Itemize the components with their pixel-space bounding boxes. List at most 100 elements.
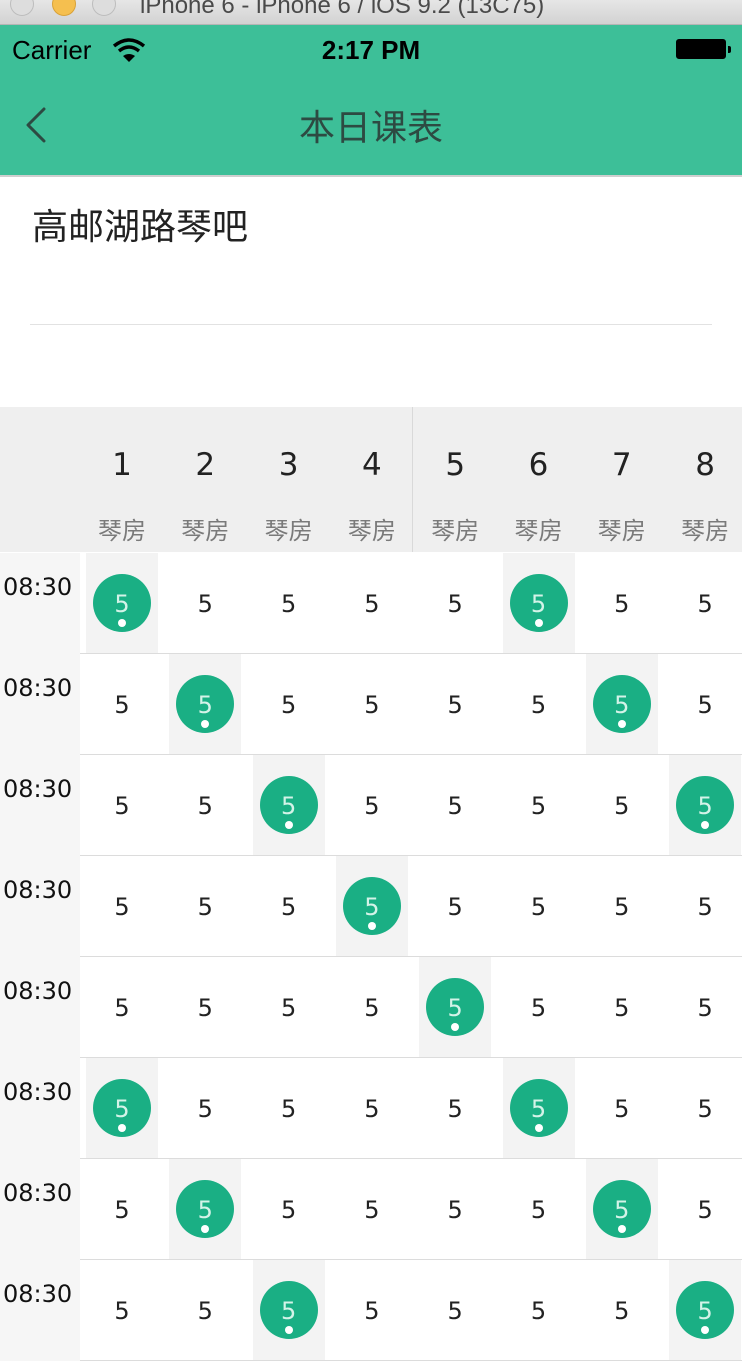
schedule-cell-selected[interactable]: 5	[502, 1058, 575, 1159]
schedule-cell[interactable]: 5	[503, 957, 575, 1058]
schedule-cell[interactable]: 5	[419, 553, 491, 654]
schedule-cell-selected[interactable]: 5	[86, 553, 158, 654]
schedule-cell-selected[interactable]: 5	[669, 1260, 742, 1361]
schedule-cell[interactable]: 5	[336, 1058, 408, 1159]
schedule-row: 08:30 5 5 5 5 5 5 5 5	[0, 1260, 742, 1361]
cell-value: 5	[530, 893, 547, 921]
schedule-cell[interactable]: 5	[669, 1159, 741, 1260]
schedule-cell[interactable]: 5	[669, 1058, 741, 1159]
cell-value: 5	[114, 691, 130, 719]
schedule-cell[interactable]: 5	[169, 957, 241, 1058]
schedule-cell[interactable]: 5	[419, 654, 491, 755]
cell-value: 5	[280, 1095, 297, 1123]
window-close-button[interactable]	[10, 0, 34, 16]
booking-badge: 5	[176, 1180, 235, 1238]
schedule-cell-selected[interactable]: 5	[585, 654, 658, 755]
schedule-cell[interactable]: 5	[419, 755, 491, 856]
store-name: 高邮湖路琴吧	[32, 207, 249, 248]
schedule-cell[interactable]: 5	[419, 1159, 491, 1260]
time-slot: 08:30	[0, 957, 80, 1058]
schedule-cell[interactable]: 5	[669, 553, 741, 654]
schedule-cell[interactable]: 5	[336, 755, 408, 856]
schedule-cell-selected[interactable]: 5	[252, 755, 325, 856]
schedule-cell[interactable]: 5	[586, 755, 658, 856]
schedule-cell[interactable]: 5	[669, 654, 741, 755]
schedule-cell[interactable]: 5	[169, 755, 241, 856]
schedule-cell-selected[interactable]: 5	[335, 856, 408, 957]
time-slot: 08:30	[0, 1159, 80, 1260]
schedule-cell[interactable]: 5	[253, 654, 325, 755]
cell-value: 5	[280, 893, 297, 921]
dot-icon	[118, 1124, 126, 1132]
booking-badge: 5	[93, 1079, 151, 1137]
cell-value: 5	[697, 994, 713, 1022]
schedule-cell[interactable]: 5	[669, 856, 741, 957]
schedule-cell[interactable]: 5	[419, 1260, 491, 1361]
schedule-cell[interactable]: 5	[86, 654, 158, 755]
cell-value: 5	[697, 1297, 713, 1325]
schedule-cell[interactable]: 5	[586, 553, 658, 654]
schedule-cell-selected[interactable]: 5	[169, 1159, 242, 1260]
schedule-cell[interactable]: 5	[253, 553, 325, 654]
booking-badge: 5	[592, 1180, 651, 1238]
cell-value: 5	[530, 792, 547, 820]
cell-value: 5	[114, 792, 130, 820]
schedule-cell-selected[interactable]: 5	[86, 1058, 158, 1159]
cell-value: 5	[447, 691, 463, 719]
schedule-cell[interactable]: 5	[586, 856, 658, 957]
window-zoom-button[interactable]	[92, 0, 116, 16]
schedule-cell[interactable]: 5	[503, 856, 575, 957]
window-minimize-button[interactable]	[52, 0, 76, 16]
cell-value: 5	[614, 792, 630, 820]
cell-value: 5	[697, 792, 713, 820]
booking-badge: 5	[592, 675, 651, 733]
schedule-cell[interactable]: 5	[586, 1058, 658, 1159]
schedule-cell[interactable]: 5	[253, 957, 325, 1058]
time-slot: 08:30	[0, 856, 80, 957]
room-number: 5	[445, 447, 466, 483]
schedule-cell[interactable]: 5	[253, 1058, 325, 1159]
schedule-cell[interactable]: 5	[169, 553, 241, 654]
room-label: 琴房	[681, 517, 730, 545]
schedule-cell-selected[interactable]: 5	[585, 1159, 658, 1260]
schedule-cell[interactable]: 5	[336, 654, 408, 755]
booking-badge: 5	[509, 1079, 568, 1137]
schedule-cell[interactable]: 5	[253, 1159, 325, 1260]
schedule-cell[interactable]: 5	[503, 1159, 575, 1260]
cell-value: 5	[114, 590, 130, 618]
cell-value: 5	[114, 893, 130, 921]
schedule-cell-selected[interactable]: 5	[419, 957, 492, 1058]
time-label: 08:30	[3, 876, 73, 904]
cell-value: 5	[614, 1297, 630, 1325]
schedule-cell[interactable]: 5	[419, 1058, 491, 1159]
schedule-cell[interactable]: 5	[86, 1260, 158, 1361]
schedule-cell-selected[interactable]: 5	[252, 1260, 325, 1361]
schedule-cell[interactable]: 5	[336, 1260, 408, 1361]
schedule-cell-selected[interactable]: 5	[169, 654, 242, 755]
schedule-cell[interactable]: 5	[586, 1260, 658, 1361]
schedule-cell[interactable]: 5	[503, 1260, 575, 1361]
booking-badge: 5	[176, 675, 235, 733]
schedule-cell[interactable]: 5	[86, 1159, 158, 1260]
schedule-cell[interactable]: 5	[336, 553, 408, 654]
schedule-cell[interactable]: 5	[336, 1159, 408, 1260]
schedule-cell-selected[interactable]: 5	[502, 553, 575, 654]
booking-badge: 5	[259, 1281, 318, 1339]
schedule-cell[interactable]: 5	[169, 1058, 241, 1159]
schedule-cell[interactable]: 5	[336, 957, 408, 1058]
schedule-cell[interactable]: 5	[419, 856, 491, 957]
time-label: 08:30	[3, 1280, 73, 1308]
schedule-cell[interactable]: 5	[503, 755, 575, 856]
schedule-cell[interactable]: 5	[86, 856, 158, 957]
schedule-cell[interactable]: 5	[86, 957, 158, 1058]
schedule-cell[interactable]: 5	[669, 957, 741, 1058]
schedule-cell[interactable]: 5	[503, 654, 575, 755]
time-slot: 08:30	[0, 654, 80, 755]
schedule-cell[interactable]: 5	[169, 856, 241, 957]
schedule-cell[interactable]: 5	[86, 755, 158, 856]
schedule-cell-selected[interactable]: 5	[669, 755, 742, 856]
schedule-cell[interactable]: 5	[253, 856, 325, 957]
schedule-cell[interactable]: 5	[169, 1260, 241, 1361]
cell-value: 5	[447, 590, 463, 618]
schedule-cell[interactable]: 5	[586, 957, 658, 1058]
